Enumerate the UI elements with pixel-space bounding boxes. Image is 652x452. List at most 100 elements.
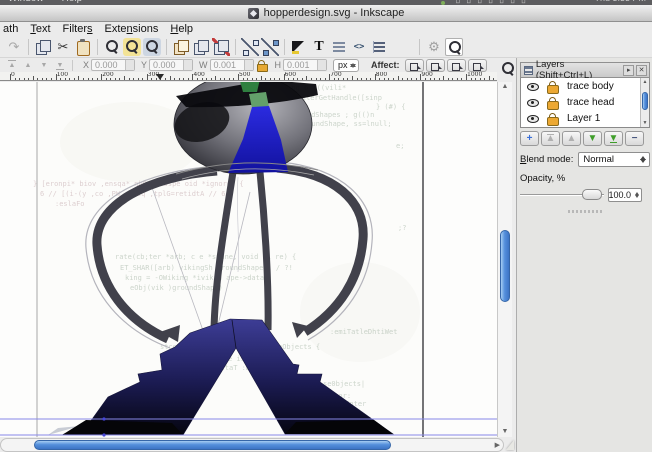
system-menu-help[interactable]: Help xyxy=(62,0,83,4)
commands-toolbar: ↷ ✂ T <> ⚙ xyxy=(0,36,652,58)
paste-icon[interactable] xyxy=(74,38,92,56)
opacity-slider[interactable] xyxy=(520,189,604,201)
canvas[interactable]: ting 6 (((vili*oArbiterGetHandle([sinp} … xyxy=(0,82,497,437)
unlink-clone-icon[interactable] xyxy=(212,37,230,56)
visibility-eye-icon[interactable] xyxy=(527,81,539,91)
layer-list: trace body trace head Layer 1 ▲ ▼ xyxy=(520,78,650,128)
selection-order-buttons: ▲ ▲ ▼ ▼ xyxy=(4,59,68,71)
zoom-drawing-icon[interactable] xyxy=(103,38,121,56)
w-field[interactable]: 0.001 xyxy=(209,59,254,71)
magnifier-icon[interactable] xyxy=(499,60,514,74)
edit-nodes-icon[interactable] xyxy=(261,37,279,56)
svg-text:king = -OWiking *ivikin ape->: king = -OWiking *ivikin ape->data xyxy=(125,274,264,282)
layers-icon xyxy=(524,65,533,75)
raise-layer-to-top-button[interactable]: ▲ xyxy=(541,131,560,146)
system-menu-window[interactable]: Window xyxy=(8,0,44,4)
affect-move-patterns-button[interactable] xyxy=(425,58,445,72)
menu-text[interactable]: Text xyxy=(24,23,56,35)
duplicate-icon[interactable] xyxy=(172,38,190,56)
align-dialog-icon[interactable] xyxy=(370,38,388,56)
layers-dialog-icon[interactable] xyxy=(330,38,348,56)
layer-row-layer-1[interactable]: Layer 1 xyxy=(521,110,649,126)
zoom-selection-icon[interactable] xyxy=(123,37,141,56)
fill-stroke-icon[interactable] xyxy=(290,38,308,56)
affect-scale-stroke-button[interactable] xyxy=(467,58,487,72)
clone-icon[interactable] xyxy=(192,38,210,56)
copy-icon[interactable] xyxy=(34,38,52,56)
layer-list-scrollbar[interactable]: ▲ ▼ xyxy=(640,78,649,127)
layers-panel: Layers (Shift+Ctrl+L) ▸ ✕ trace body tra… xyxy=(520,59,650,213)
menu-ath[interactable]: ath xyxy=(0,23,24,35)
layer-name[interactable]: trace head xyxy=(567,97,614,108)
opacity-slider-thumb[interactable] xyxy=(582,189,602,200)
affect-label: Affect: xyxy=(371,60,400,70)
layer-name[interactable]: Layer 1 xyxy=(567,113,600,124)
lower-button[interactable]: ▼ xyxy=(37,59,51,71)
raise-layer-button[interactable]: ▲ xyxy=(562,131,581,146)
raise-button[interactable]: ▲ xyxy=(21,59,35,71)
preferences-icon[interactable]: ⚙ xyxy=(425,38,443,56)
x-field[interactable]: 0.000 xyxy=(91,59,136,71)
window-title: hopperdesign.svg - Inkscape xyxy=(263,7,405,19)
svg-text:} (#) {: } (#) { xyxy=(376,103,406,111)
svg-text::eslaFo: :eslaFo xyxy=(55,200,85,208)
w-label: W xyxy=(199,60,208,70)
inkscape-doc-icon xyxy=(247,7,259,19)
blend-mode-label: Blend mode: xyxy=(520,154,574,165)
window-title-bar[interactable]: hopperdesign.svg - Inkscape xyxy=(0,5,652,22)
affect-transform-corners-button[interactable] xyxy=(446,58,466,72)
layer-row-trace-body[interactable]: trace body xyxy=(521,78,649,94)
svg-text:;?: ;? xyxy=(398,224,406,232)
horizontal-ruler[interactable]: 0 100 200 300 400 500 600 700 800 900 1000 xyxy=(0,72,497,81)
panel-close-button[interactable]: ✕ xyxy=(636,64,647,76)
scroll-up-arrow[interactable]: ▲ xyxy=(498,83,512,90)
blend-mode-label-rest: lend mode: xyxy=(526,154,574,165)
y-field[interactable]: 0.000 xyxy=(149,59,194,71)
cut-icon[interactable]: ✂ xyxy=(54,38,72,56)
visibility-eye-icon[interactable] xyxy=(527,97,539,107)
lock-icon[interactable] xyxy=(547,80,559,94)
layer-buttons: + ▲ ▲ ▼ ▼ − xyxy=(520,131,650,146)
zoom-page-icon[interactable] xyxy=(143,37,161,56)
new-layer-button[interactable]: + xyxy=(520,131,539,146)
lock-icon[interactable] xyxy=(547,112,559,126)
menu-help[interactable]: Help xyxy=(164,23,199,35)
vertical-scroll-thumb[interactable] xyxy=(500,230,510,302)
layer-row-trace-head[interactable]: trace head xyxy=(521,94,649,110)
lower-layer-to-bottom-button[interactable]: ▼ xyxy=(604,131,623,146)
menu-filters[interactable]: Filters xyxy=(57,23,99,35)
scroll-right-arrow[interactable]: ▶ xyxy=(495,441,500,449)
raise-to-top-button[interactable]: ▲ xyxy=(5,59,19,71)
panel-menu-button[interactable]: ▸ xyxy=(623,64,635,76)
system-menu-left[interactable]: Window Help xyxy=(8,0,100,4)
lock-ratio-icon[interactable] xyxy=(256,59,268,72)
affect-move-gradients-button[interactable] xyxy=(404,58,424,72)
menu-extensions[interactable]: Extensions xyxy=(99,23,165,35)
panel-resize-grip[interactable] xyxy=(568,210,602,213)
blend-mode-dropdown[interactable]: Normal xyxy=(578,152,650,167)
system-clock[interactable]: Thu 3:33 PM xyxy=(594,0,646,3)
ruler-position-marker xyxy=(156,74,164,80)
edit-paths-icon[interactable] xyxy=(241,37,259,56)
horizontal-scroll-thumb[interactable] xyxy=(34,440,391,450)
scroll-down-arrow[interactable]: ▼ xyxy=(498,428,512,435)
lower-layer-button[interactable]: ▼ xyxy=(583,131,602,146)
opacity-spinbox[interactable]: 100.0 xyxy=(608,188,642,202)
layers-panel-title-bar[interactable]: Layers (Shift+Ctrl+L) ▸ ✕ xyxy=(520,59,650,81)
layer-list-scroll-thumb[interactable] xyxy=(642,92,648,110)
horizontal-scrollbar[interactable]: ▶ xyxy=(0,438,504,452)
find-icon[interactable] xyxy=(445,37,463,56)
units-dropdown[interactable]: px xyxy=(333,58,360,72)
visibility-eye-icon[interactable] xyxy=(527,113,539,123)
xml-editor-icon[interactable]: <> xyxy=(350,38,368,56)
redo-icon[interactable]: ↷ xyxy=(5,38,23,56)
delete-layer-button[interactable]: − xyxy=(625,131,644,146)
layer-name[interactable]: trace body xyxy=(567,81,614,92)
opacity-label: Opacity, % xyxy=(520,173,566,184)
lower-to-bottom-button[interactable]: ▼ xyxy=(53,59,67,71)
h-field[interactable]: 0.001 xyxy=(283,59,328,71)
text-dialog-icon[interactable]: T xyxy=(310,38,328,56)
vertical-scrollbar[interactable]: ▲ ▼ xyxy=(497,82,512,437)
lock-icon[interactable] xyxy=(547,96,559,110)
svg-text:se0bjects|: se0bjects| xyxy=(323,380,365,388)
